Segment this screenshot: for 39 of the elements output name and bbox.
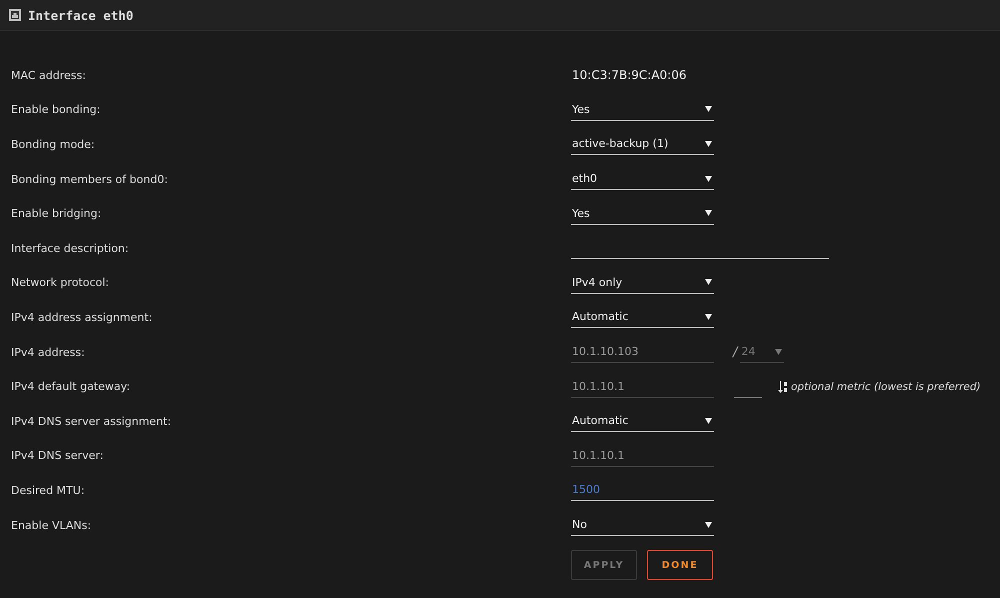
select-field[interactable]: Automatic [571, 410, 714, 432]
caret-icon [705, 418, 712, 424]
field-label: IPv4 address assignment: [11, 310, 154, 324]
field-label: IPv4 default gateway: [11, 380, 132, 394]
field-label: Network protocol: [11, 276, 110, 290]
caret-icon [705, 279, 712, 286]
select-field[interactable]: Automatic [571, 306, 714, 328]
field-label: IPv4 DNS server assignment: [11, 414, 172, 428]
field-label: Bonding mode: [11, 138, 96, 151]
caret-icon [705, 522, 712, 528]
field-label: Bonding members of bond0: [11, 172, 169, 186]
select-field[interactable]: Yes [571, 98, 714, 121]
field-label: Enable VLANs: [11, 518, 92, 532]
field-label: IPv4 DNS server: [11, 449, 104, 462]
sort-icon [778, 380, 788, 393]
window-title: Interface eth0 [28, 8, 134, 22]
metric-hint: optional metric (lowest is preferred) [791, 380, 981, 393]
field-label: MAC address: [11, 68, 87, 82]
caret-icon [705, 210, 712, 216]
field-label: Enable bonding: [11, 103, 102, 116]
caret-icon [705, 176, 712, 182]
caret-icon [705, 314, 712, 320]
field-label: Desired MTU: [11, 484, 86, 497]
select-field[interactable]: No [571, 514, 714, 536]
input-field[interactable]: 1500 [571, 479, 714, 502]
select-field[interactable]: IPv4 only [571, 272, 714, 294]
select-field[interactable]: active-backup (1) [571, 133, 714, 156]
done-button[interactable]: DONE [647, 550, 713, 580]
caret-icon [775, 348, 782, 355]
separator-slash: / [733, 344, 738, 360]
caret-icon [705, 106, 712, 112]
mac-address-value: 10:C3:7B:9C:A0:06 [571, 68, 686, 82]
field-label: Enable bridging: [11, 207, 102, 220]
field-label: Interface description: [11, 242, 130, 255]
select-field[interactable]: eth0 [571, 168, 714, 190]
select-field[interactable]: Yes [571, 202, 714, 225]
network-port-icon [9, 9, 21, 21]
caret-icon [705, 140, 712, 147]
field-label: IPv4 address: [11, 346, 86, 359]
